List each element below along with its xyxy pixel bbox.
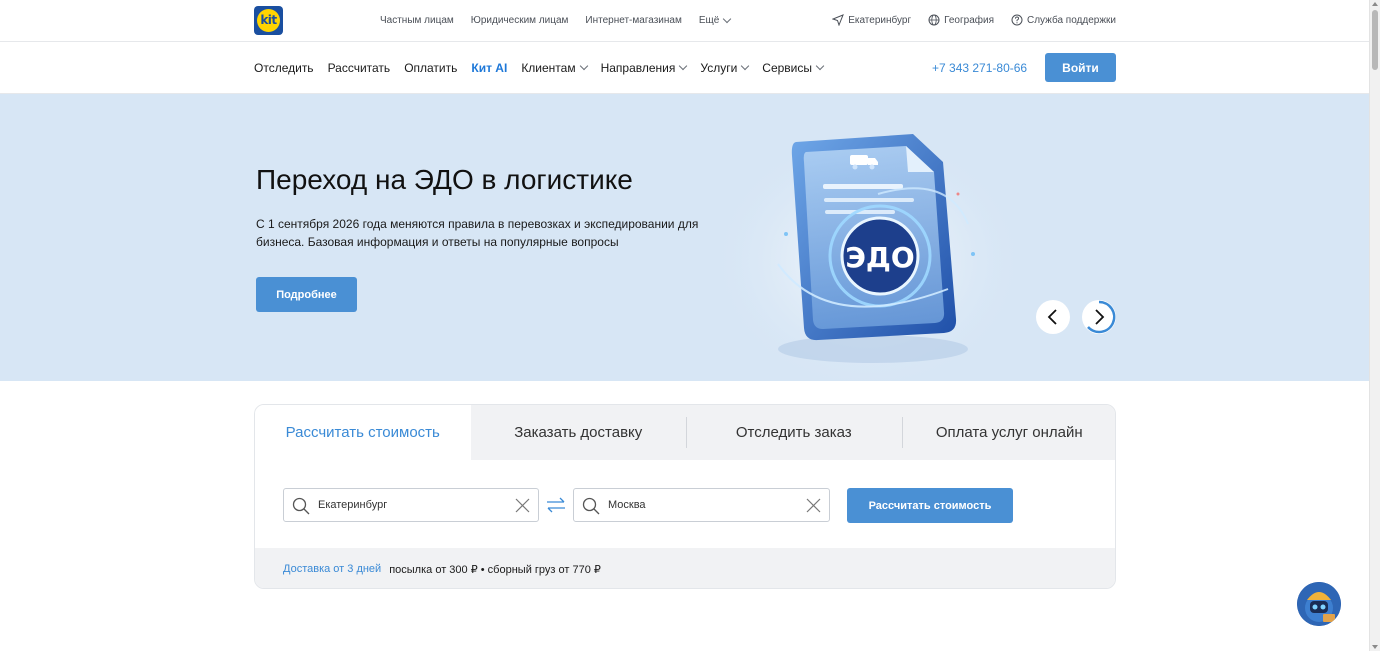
location-arrow-icon [832, 14, 845, 26]
tab-order-delivery[interactable]: Заказать доставку [471, 405, 687, 460]
hero-banner: Переход на ЭДО в логистике С 1 сентября … [0, 94, 1369, 381]
phone-link[interactable]: +7 343 271-80-66 [932, 61, 1027, 75]
geography-link[interactable]: География [928, 14, 994, 26]
tab-online-payment[interactable]: Оплата услуг онлайн [901, 405, 1116, 460]
origin-city-input[interactable]: Екатеринбург [283, 488, 539, 522]
nav-item-calculate[interactable]: Рассчитать [328, 61, 391, 75]
link-legal-entities[interactable]: Юридическим лицам [471, 15, 569, 26]
scroll-up-arrow-icon[interactable] [1372, 2, 1378, 6]
edo-label: ЭДО [845, 241, 914, 274]
support-label: Служба поддержки [1026, 14, 1116, 26]
help-circle-icon [1011, 14, 1023, 26]
carousel-next-button[interactable] [1082, 300, 1116, 334]
kit-logo[interactable]: kit [254, 6, 283, 35]
chevron-down-icon [679, 61, 688, 71]
origin-city-value: Екатеринбург [318, 499, 388, 511]
chevron-down-icon [723, 14, 732, 23]
hero-description: С 1 сентября 2026 года меняются правила … [256, 217, 699, 249]
widget-tabs: Рассчитать стоимость Заказать доставку О… [255, 405, 1116, 460]
audience-links: Частным лицам Юридическим лицам Интернет… [380, 14, 732, 26]
nav-item-pay[interactable]: Оплатить [404, 61, 457, 75]
top-bar: kit Частным лицам Юридическим лицам Инте… [0, 0, 1369, 42]
destination-city-input[interactable]: Москва [573, 488, 830, 522]
city-name: Екатеринбург [848, 14, 912, 26]
link-private-persons[interactable]: Частным лицам [380, 15, 454, 26]
nav-item-kit-ai[interactable]: Кит AI [471, 61, 507, 75]
progress-ring-icon [1087, 300, 1116, 334]
chevron-left-icon [1047, 309, 1057, 325]
logo-text: kit [257, 9, 280, 32]
globe-icon [928, 14, 940, 26]
main-navigation: Отследить Рассчитать Оплатить Кит AI Кли… [0, 42, 1369, 94]
edo-document-illustration: ЭДО [708, 114, 1028, 381]
chevron-down-icon [815, 61, 825, 71]
link-online-stores[interactable]: Интернет-магазинам [585, 15, 681, 26]
page-scrollbar[interactable] [1369, 0, 1380, 651]
chevron-down-icon [741, 61, 750, 71]
tab-track-order[interactable]: Отследить заказ [686, 405, 902, 460]
nav-item-directions-label: Направления [600, 61, 676, 75]
nav-item-services-label: Услуги [700, 61, 738, 75]
search-icon [292, 497, 310, 515]
nav-item-clients[interactable]: Клиентам [521, 61, 588, 75]
geography-label: География [944, 14, 994, 26]
delivery-info: Доставка от 3 дней посылка от 300 ₽ • сб… [255, 548, 1115, 588]
calculate-cost-button[interactable]: Рассчитать стоимость [847, 488, 1013, 523]
swap-arrows-icon[interactable] [546, 497, 566, 513]
link-more-label: Ещё [698, 15, 720, 26]
scroll-down-arrow-icon[interactable] [1372, 645, 1378, 649]
delivery-widget: Рассчитать стоимость Заказать доставку О… [254, 404, 1116, 589]
login-button[interactable]: Войти [1045, 53, 1116, 82]
close-icon[interactable] [515, 498, 530, 513]
search-icon [582, 497, 600, 515]
destination-city-value: Москва [608, 499, 646, 511]
nav-item-tools[interactable]: Сервисы [762, 61, 825, 75]
delivery-time-link[interactable]: Доставка от 3 дней [283, 563, 381, 575]
nav-item-tools-label: Сервисы [762, 61, 813, 75]
link-more[interactable]: Ещё [698, 14, 732, 26]
scrollbar-thumb[interactable] [1372, 10, 1378, 70]
top-utilities: Екатеринбург География Служба поддержки [832, 14, 1116, 26]
carousel-prev-button[interactable] [1036, 300, 1070, 334]
chat-assistant-button[interactable] [1297, 582, 1341, 626]
tab-calculate-cost[interactable]: Рассчитать стоимость [255, 405, 471, 460]
city-selector[interactable]: Екатеринбург [832, 14, 911, 26]
support-link[interactable]: Служба поддержки [1011, 14, 1116, 26]
nav-links: Отследить Рассчитать Оплатить Кит AI Кли… [254, 61, 825, 75]
nav-item-directions[interactable]: Направления [600, 61, 688, 75]
learn-more-button[interactable]: Подробнее [256, 277, 357, 312]
nav-item-track[interactable]: Отследить [254, 61, 314, 75]
nav-item-clients-label: Клиентам [521, 61, 576, 75]
robot-avatar-icon [1297, 582, 1341, 626]
chevron-down-icon [579, 61, 588, 71]
delivery-prices: посылка от 300 ₽ • сборный груз от 770 ₽ [389, 563, 601, 576]
hero-title: Переход на ЭДО в логистике [256, 164, 633, 195]
nav-item-services[interactable]: Услуги [700, 61, 750, 75]
close-icon[interactable] [806, 498, 821, 513]
